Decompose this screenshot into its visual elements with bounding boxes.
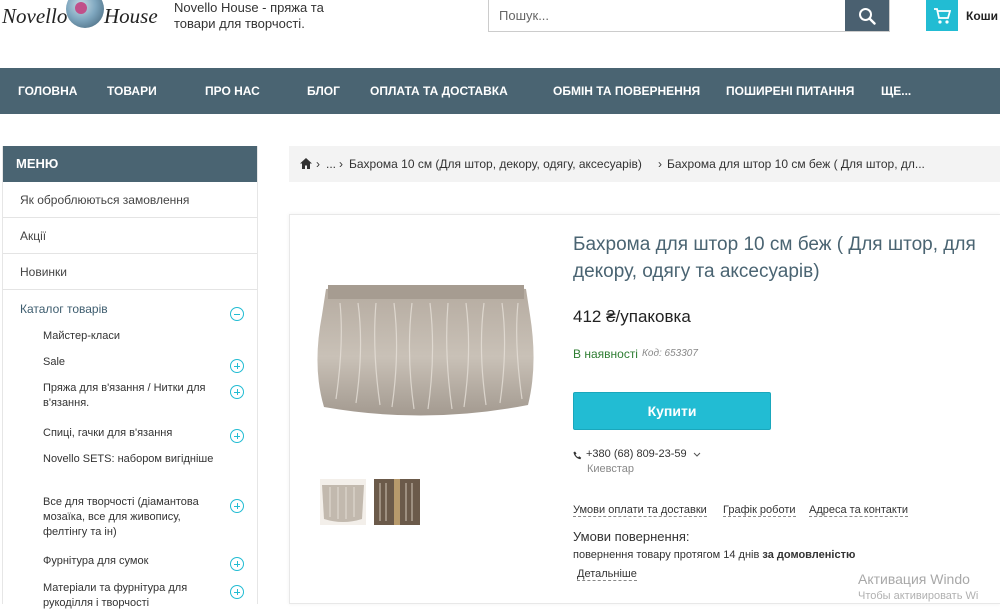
sidebar-item-new[interactable]: Новинки	[3, 254, 257, 290]
phone-icon	[573, 451, 582, 460]
logo[interactable]: Novello House	[2, 0, 162, 34]
chevron-down-icon	[268, 156, 277, 162]
phone-number[interactable]: +380 (68) 809-23-59	[586, 448, 701, 460]
search-input[interactable]	[489, 0, 845, 31]
product-image[interactable]	[310, 275, 542, 420]
nav-more[interactable]: ЩЕ...	[881, 68, 911, 114]
breadcrumb-ellipsis[interactable]: ...	[326, 146, 336, 182]
product-sku: Код: 653307	[642, 348, 698, 359]
search-bar	[488, 0, 890, 32]
nav-blog[interactable]: БЛОГ	[307, 68, 340, 114]
search-button[interactable]	[845, 0, 889, 31]
breadcrumb-separator: ›	[339, 157, 343, 171]
nav-home[interactable]: ГОЛОВНА	[18, 68, 77, 114]
windows-activation-hint: Чтобы активировать Wi	[858, 590, 979, 602]
sidebar-subitem[interactable]: Novello SETS: набором вигідніше	[43, 452, 218, 467]
expand-icon[interactable]	[230, 429, 244, 443]
home-icon[interactable]	[299, 157, 313, 170]
availability-status: В наявності	[573, 347, 638, 361]
cart-label: Коши	[966, 9, 999, 23]
expand-icon[interactable]	[230, 385, 244, 399]
sidebar-subitem[interactable]: Все для творчості (діамантова мозаїка, в…	[43, 495, 218, 540]
sidebar-menu: МЕНЮ Як оброблюються замовлення Акції Но…	[2, 146, 258, 609]
expand-icon[interactable]	[230, 557, 244, 571]
nav-payment-delivery-label: ОПЛАТА ТА ДОСТАВКА	[370, 84, 508, 98]
nav-products[interactable]: ТОВАРИ	[107, 68, 157, 114]
search-icon	[859, 7, 876, 25]
breadcrumb-category[interactable]: Бахрома 10 см (Для штор, декору, одягу, …	[349, 146, 642, 182]
phone-operator: Киевстар	[587, 463, 635, 475]
product-thumbnail[interactable]	[320, 479, 366, 525]
nav-about-label: ПРО НАС	[205, 84, 260, 98]
sidebar-subitem[interactable]: Спиці, гачки для в'язання	[43, 426, 218, 441]
payment-delivery-link[interactable]: Умови оплати та доставки	[573, 504, 707, 517]
sidebar-item-orders[interactable]: Як оброблюються замовлення	[3, 182, 257, 218]
address-contacts-link[interactable]: Адреса та контакти	[809, 504, 909, 517]
product-thumbnail[interactable]	[374, 479, 420, 525]
cart-icon	[934, 7, 951, 24]
expand-icon[interactable]	[230, 499, 244, 513]
expand-icon[interactable]	[230, 359, 244, 373]
returns-text-bold: за домовленістю	[762, 549, 856, 561]
yarn-ball-icon	[66, 0, 104, 28]
site-header: Novello House Novello House - пряжа та т…	[0, 0, 1000, 68]
sidebar-item-promotions[interactable]: Акції	[3, 218, 257, 254]
buy-button[interactable]: Купити	[573, 392, 771, 430]
returns-text: повернення товару протягом 14 днів за до…	[573, 549, 855, 561]
returns-title: Умови повернення:	[573, 529, 690, 544]
collapse-icon[interactable]	[230, 307, 244, 321]
cart-icon-box	[926, 0, 958, 31]
nav-products-label: ТОВАРИ	[107, 84, 157, 98]
sidebar-item-catalog[interactable]: Каталог товарів	[20, 302, 108, 316]
cart-button[interactable]: Коши	[926, 0, 1000, 31]
sidebar-subitem[interactable]: Фурнітура для сумок	[43, 554, 218, 569]
breadcrumb-separator: ›	[316, 157, 320, 171]
product-title: Бахрома для штор 10 см беж ( Для штор, д…	[573, 234, 976, 282]
sidebar-subitem[interactable]: Матеріали та фурнітура для рукоділля і т…	[43, 581, 218, 611]
expand-icon[interactable]	[230, 585, 244, 599]
product-price: 412 ₴/упаковка	[573, 307, 691, 326]
sidebar-heading: МЕНЮ	[3, 146, 257, 182]
tagline: Novello House - пряжа та товари для твор…	[174, 0, 324, 31]
main-nav: ГОЛОВНА ТОВАРИ ПРО НАС БЛОГ ОПЛАТА ТА ДО…	[0, 68, 1000, 162]
logo-word-novello: Novello	[2, 4, 68, 28]
returns-text-main: повернення товару протягом 14 днів	[573, 549, 760, 561]
breadcrumb: › ... › Бахрома 10 см (Для штор, декору,…	[289, 146, 1000, 182]
nav-faq[interactable]: ПОШИРЕНІ ПИТАННЯ	[726, 68, 854, 114]
phone-number-text: +380 (68) 809-23-59	[586, 448, 687, 460]
more-details-link[interactable]: Детальніше	[577, 568, 637, 581]
windows-activation-watermark: Активация Windo	[858, 571, 970, 587]
nav-exchange-returns[interactable]: ОБМІН ТА ПОВЕРНЕННЯ	[553, 68, 700, 114]
nav-about[interactable]: ПРО НАС	[205, 68, 260, 114]
nav-payment-delivery[interactable]: ОПЛАТА ТА ДОСТАВКА	[370, 68, 508, 114]
sidebar-subitem[interactable]: Пряжа для в'язання / Нитки для в'язання.	[43, 381, 218, 411]
sidebar-subitem[interactable]: Sale	[43, 355, 218, 370]
breadcrumb-separator: ›	[658, 157, 662, 171]
work-schedule-link[interactable]: Графік роботи	[723, 504, 796, 517]
breadcrumb-current: Бахрома для штор 10 см беж ( Для штор, д…	[667, 157, 925, 171]
logo-word-house: House	[104, 4, 158, 28]
sidebar-subitem[interactable]: Майстер-класи	[43, 329, 218, 344]
chevron-down-icon	[693, 452, 701, 457]
product-card: Бахрома для штор 10 см беж ( Для штор, д…	[289, 214, 1000, 604]
